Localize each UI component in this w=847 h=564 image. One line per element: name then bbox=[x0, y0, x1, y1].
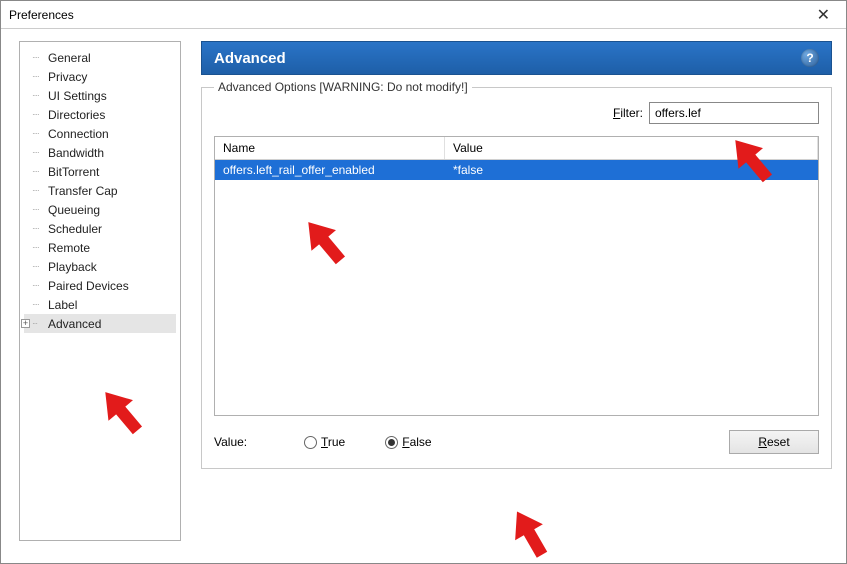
value-editor-row: Value: True False Reset bbox=[214, 430, 819, 454]
tree-item-transfer-cap[interactable]: ····Transfer Cap bbox=[24, 181, 176, 200]
radio-true[interactable]: True bbox=[304, 435, 345, 449]
tree-item-ui-settings[interactable]: ····UI Settings bbox=[24, 86, 176, 105]
tree-item-paired-devices[interactable]: ····Paired Devices bbox=[24, 276, 176, 295]
tree-item-label[interactable]: ····Label bbox=[24, 295, 176, 314]
panel-body: Advanced Options [WARNING: Do not modify… bbox=[201, 75, 832, 545]
filter-row: Filter: bbox=[214, 102, 819, 124]
column-value[interactable]: Value bbox=[445, 137, 818, 159]
tree-item-directories[interactable]: ····Directories bbox=[24, 105, 176, 124]
main-panel: Advanced ? Advanced Options [WARNING: Do… bbox=[201, 41, 832, 545]
cell-name: offers.left_rail_offer_enabled bbox=[215, 161, 445, 179]
category-tree[interactable]: ····General ····Privacy ····UI Settings … bbox=[19, 41, 181, 541]
column-name[interactable]: Name bbox=[215, 137, 445, 159]
filter-label: Filter: bbox=[613, 106, 643, 120]
tree-item-privacy[interactable]: ····Privacy bbox=[24, 67, 176, 86]
tree-item-general[interactable]: ····General bbox=[24, 48, 176, 67]
listview-header: Name Value bbox=[215, 137, 818, 160]
tree-item-remote[interactable]: ····Remote bbox=[24, 238, 176, 257]
window-body: ····General ····Privacy ····UI Settings … bbox=[1, 29, 846, 563]
expand-icon[interactable]: + bbox=[21, 319, 30, 328]
advanced-options-group: Advanced Options [WARNING: Do not modify… bbox=[201, 87, 832, 469]
tree-item-scheduler[interactable]: ····Scheduler bbox=[24, 219, 176, 238]
value-label: Value: bbox=[214, 435, 264, 449]
titlebar: Preferences ✕ bbox=[1, 1, 846, 29]
list-row[interactable]: offers.left_rail_offer_enabled *false bbox=[215, 160, 818, 180]
radio-false-icon bbox=[385, 436, 398, 449]
groupbox-title: Advanced Options [WARNING: Do not modify… bbox=[214, 80, 472, 94]
tree-item-connection[interactable]: ····Connection bbox=[24, 124, 176, 143]
radio-false[interactable]: False bbox=[385, 435, 431, 449]
filter-input[interactable] bbox=[649, 102, 819, 124]
preferences-window: Preferences ✕ ····General ····Privacy ··… bbox=[0, 0, 847, 564]
cell-value: *false bbox=[445, 161, 818, 179]
options-listview[interactable]: Name Value offers.left_rail_offer_enable… bbox=[214, 136, 819, 416]
tree-item-queueing[interactable]: ····Queueing bbox=[24, 200, 176, 219]
tree-item-bandwidth[interactable]: ····Bandwidth bbox=[24, 143, 176, 162]
reset-button[interactable]: Reset bbox=[729, 430, 819, 454]
close-icon[interactable]: ✕ bbox=[809, 5, 838, 25]
panel-header: Advanced ? bbox=[201, 41, 832, 75]
tree-item-advanced[interactable]: + ···Advanced bbox=[24, 314, 176, 333]
help-icon[interactable]: ? bbox=[801, 49, 819, 67]
tree-item-playback[interactable]: ····Playback bbox=[24, 257, 176, 276]
window-title: Preferences bbox=[9, 8, 74, 22]
radio-true-icon bbox=[304, 436, 317, 449]
tree-item-bittorrent[interactable]: ····BitTorrent bbox=[24, 162, 176, 181]
panel-title: Advanced bbox=[214, 50, 286, 67]
